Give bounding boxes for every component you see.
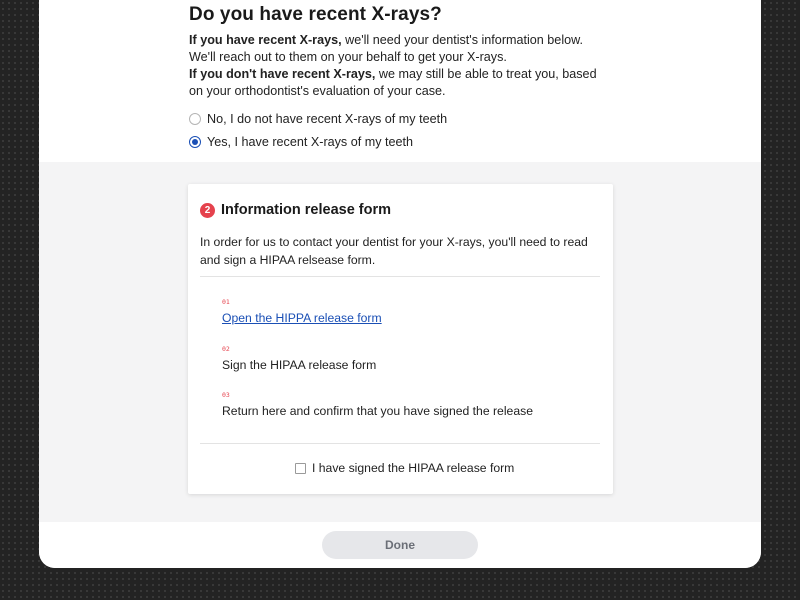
modal-footer: Done [39, 522, 761, 568]
step-item-3: 03 Return here and confirm that you have… [222, 391, 533, 418]
divider-top [200, 276, 600, 277]
signed-checkbox-label: I have signed the HIPAA release form [312, 461, 515, 475]
step-item-1: 01 Open the HIPPA release form [222, 298, 382, 327]
intro-no-bold: If you don't have recent X-rays, [189, 67, 376, 81]
radio-label-yes: Yes, I have recent X-rays of my teeth [207, 135, 414, 149]
signed-confirmation[interactable]: I have signed the HIPAA release form [295, 461, 514, 475]
intro-yes-bold: If you have recent X-rays, [189, 33, 342, 47]
radio-button-no[interactable] [189, 113, 201, 125]
step-number-1: 01 [222, 298, 230, 306]
open-release-form-link[interactable]: Open the HIPPA release form [222, 311, 382, 325]
step-number-badge: 2 [200, 202, 215, 218]
divider-bottom [200, 443, 600, 444]
intro-no-paragraph: If you don't have recent X-rays, we may … [189, 66, 609, 100]
modal-dialog: Do you have recent X-rays? If you have r… [39, 0, 761, 568]
step-number-3: 03 [222, 391, 230, 399]
release-form-section: 2 Information release form In order for … [39, 162, 761, 522]
intro-yes-paragraph: If you have recent X-rays, we'll need yo… [189, 32, 609, 66]
card-title: Information release form [221, 202, 392, 218]
card-description: In order for us to contact your dentist … [200, 235, 588, 267]
question-intro: If you have recent X-rays, we'll need yo… [189, 32, 609, 100]
done-button[interactable]: Done [322, 531, 478, 559]
signed-checkbox[interactable] [295, 462, 306, 474]
card-header: 2 Information release form [200, 202, 391, 218]
step-number-2: 02 [222, 345, 230, 353]
radio-button-yes[interactable] [189, 136, 201, 148]
step-text-2: Sign the HIPAA release form [222, 358, 377, 372]
radio-label-no: No, I do not have recent X-rays of my te… [207, 112, 448, 126]
radio-option-no[interactable]: No, I do not have recent X-rays of my te… [189, 112, 447, 126]
step-text-3: Return here and confirm that you have si… [222, 404, 533, 418]
radio-option-yes[interactable]: Yes, I have recent X-rays of my teeth [189, 135, 413, 149]
release-form-card: 2 Information release form In order for … [188, 184, 613, 494]
step-item-2: 02 Sign the HIPAA release form [222, 345, 376, 372]
xray-question-section: Do you have recent X-rays? If you have r… [39, 0, 761, 162]
question-title: Do you have recent X-rays? [189, 4, 442, 25]
